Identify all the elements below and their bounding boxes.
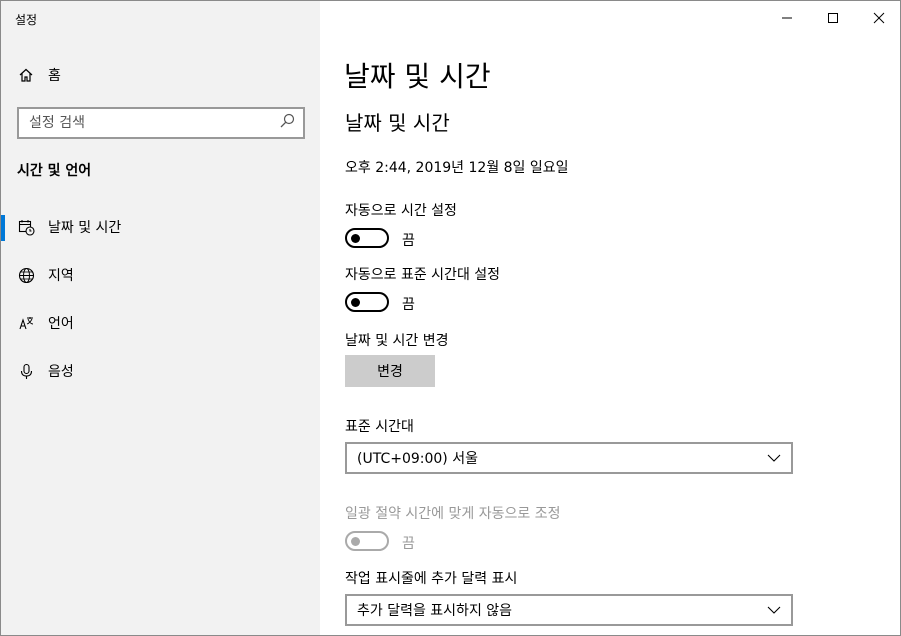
calendar-clock-icon	[17, 218, 35, 236]
auto-time-toggle[interactable]	[345, 228, 389, 248]
auto-timezone-label: 자동으로 표준 시간대 설정	[345, 267, 501, 283]
sidebar: 설정 홈 시간 및 언어 날짜 및 시간 지역	[1, 1, 320, 635]
change-button[interactable]: 변경	[345, 355, 435, 387]
auto-timezone-state: 끔	[402, 297, 415, 313]
sidebar-item-label: 언어	[48, 316, 74, 332]
dst-label: 일광 절약 시간에 맞게 자동으로 조정	[345, 506, 561, 522]
language-icon	[17, 314, 35, 332]
sidebar-item-home[interactable]: 홈	[1, 53, 320, 97]
search-icon[interactable]	[279, 113, 295, 133]
dst-toggle[interactable]	[345, 531, 389, 551]
chevron-down-icon	[767, 602, 781, 618]
main-content: 날짜 및 시간 날짜 및 시간 오후 2:44, 2019년 12월 8일 일요…	[321, 1, 900, 635]
auto-timezone-toggle[interactable]	[345, 292, 389, 312]
search-field[interactable]	[17, 107, 305, 139]
search-input[interactable]	[29, 115, 259, 131]
sidebar-item-language[interactable]: 언어	[1, 301, 320, 345]
section-title: 날짜 및 시간	[345, 111, 450, 135]
auto-time-state: 끔	[402, 233, 415, 249]
dst-state: 끔	[402, 536, 415, 552]
sidebar-item-label: 날짜 및 시간	[48, 220, 122, 236]
maximize-icon	[827, 9, 839, 28]
close-icon	[873, 9, 885, 28]
sidebar-item-label: 음성	[48, 364, 74, 380]
chevron-down-icon	[767, 450, 781, 466]
sidebar-item-label: 지역	[48, 268, 74, 284]
active-indicator	[1, 215, 5, 241]
minimize-button[interactable]	[764, 1, 810, 35]
sidebar-item-date-time[interactable]: 날짜 및 시간	[1, 205, 320, 249]
maximize-button[interactable]	[810, 1, 856, 35]
globe-icon	[17, 266, 35, 284]
toggle-knob	[351, 234, 360, 243]
page-title: 날짜 및 시간	[344, 60, 491, 93]
minimize-icon	[781, 9, 793, 28]
sidebar-item-speech[interactable]: 음성	[1, 349, 320, 393]
taskbar-calendar-select[interactable]: 추가 달력을 표시하지 않음	[345, 594, 793, 626]
change-datetime-label: 날짜 및 시간 변경	[345, 333, 449, 349]
app-title: 설정	[15, 13, 38, 27]
timezone-value: (UTC+09:00) 서울	[357, 451, 478, 467]
sidebar-item-region[interactable]: 지역	[1, 253, 320, 297]
current-datetime: 오후 2:44, 2019년 12월 8일 일요일	[345, 160, 569, 176]
close-button[interactable]	[856, 1, 900, 35]
taskbar-calendar-label: 작업 표시줄에 추가 달력 표시	[345, 571, 518, 587]
microphone-icon	[17, 362, 35, 380]
timezone-label: 표준 시간대	[345, 419, 414, 435]
timezone-select[interactable]: (UTC+09:00) 서울	[345, 442, 793, 474]
section-label: 시간 및 언어	[17, 163, 92, 179]
auto-time-label: 자동으로 시간 설정	[345, 203, 457, 219]
settings-window: 설정 홈 시간 및 언어 날짜 및 시간 지역	[0, 0, 901, 636]
sidebar-item-label: 홈	[48, 68, 61, 84]
home-icon	[17, 66, 35, 84]
toggle-knob	[351, 298, 360, 307]
toggle-knob	[351, 537, 360, 546]
taskbar-calendar-value: 추가 달력을 표시하지 않음	[357, 603, 513, 619]
